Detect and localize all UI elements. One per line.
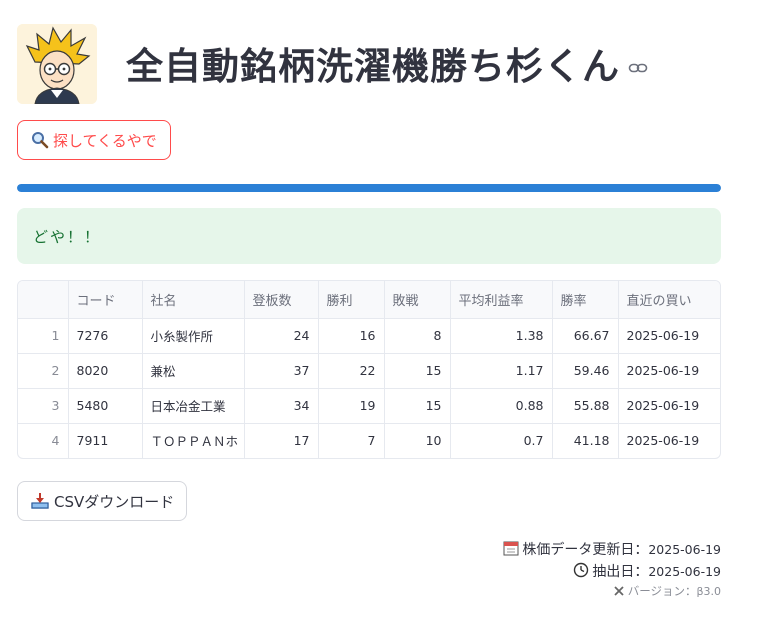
price-update-value: 2025-06-19 — [648, 542, 721, 557]
column-header-losses[interactable]: 敗戦 — [384, 281, 451, 319]
table-row: 2 8020 兼松 37 22 15 1.17 59.46 2025-06-19 — [18, 353, 720, 389]
download-tray-icon — [31, 493, 49, 509]
row-index: 3 — [18, 388, 69, 424]
cell-last-buy[interactable]: 2025-06-19 — [618, 388, 720, 424]
page-title: 全自動銘柄洗濯機勝ち杉くん — [126, 45, 620, 88]
column-header-company[interactable]: 社名 — [142, 281, 245, 319]
cell-wins[interactable]: 22 — [318, 353, 385, 389]
cell-losses[interactable]: 15 — [384, 353, 451, 389]
column-header-avg-profit[interactable]: 平均利益率 — [450, 281, 553, 319]
cell-code[interactable]: 7276 — [68, 318, 143, 354]
cell-avg-profit[interactable]: 1.38 — [450, 318, 553, 354]
cell-appearances[interactable]: 37 — [244, 353, 319, 389]
cell-wins[interactable]: 19 — [318, 388, 385, 424]
search-button[interactable]: 探してくるやで — [17, 120, 171, 160]
cell-last-buy[interactable]: 2025-06-19 — [618, 353, 720, 389]
column-header-code[interactable]: コード — [68, 281, 143, 319]
cell-win-rate[interactable]: 41.18 — [552, 423, 619, 458]
cell-company[interactable]: 小糸製作所 — [142, 318, 245, 354]
cell-company[interactable]: 日本冶金工業 — [142, 388, 245, 424]
cell-losses[interactable]: 8 — [384, 318, 451, 354]
cartoon-avatar-icon — [17, 24, 97, 104]
extract-date: 抽出日：2025-06-19 — [573, 561, 721, 581]
row-index: 1 — [18, 318, 69, 354]
version-label: バージョン： — [627, 584, 697, 598]
cell-code[interactable]: 8020 — [68, 353, 143, 389]
cell-company[interactable]: ＴＯＰＰＡＮホ — [142, 423, 245, 458]
cell-losses[interactable]: 10 — [384, 423, 451, 458]
extract-label: 抽出日： — [592, 564, 649, 580]
row-index: 4 — [18, 423, 69, 458]
cell-appearances[interactable]: 34 — [244, 388, 319, 424]
column-header-wins[interactable]: 勝利 — [318, 281, 385, 319]
cell-wins[interactable]: 7 — [318, 423, 385, 458]
table-row: 1 7276 小糸製作所 24 16 8 1.38 66.67 2025-06-… — [18, 318, 720, 354]
cell-company[interactable]: 兼松 — [142, 353, 245, 389]
cell-losses[interactable]: 15 — [384, 388, 451, 424]
table-row: 3 5480 日本冶金工業 34 19 15 0.88 55.88 2025-0… — [18, 388, 720, 424]
column-header-index — [18, 281, 69, 319]
row-index: 2 — [18, 353, 69, 389]
price-update-label: 株価データ更新日： — [522, 542, 649, 558]
cell-win-rate[interactable]: 55.88 — [552, 388, 619, 424]
cell-last-buy[interactable]: 2025-06-19 — [618, 318, 720, 354]
progress-bar-fill — [17, 184, 721, 192]
version-info: バージョン：β3.0 — [613, 583, 721, 599]
cell-appearances[interactable]: 24 — [244, 318, 319, 354]
clock-icon — [574, 562, 589, 578]
column-header-appearances[interactable]: 登板数 — [244, 281, 319, 319]
calendar-icon — [503, 541, 519, 556]
cell-avg-profit[interactable]: 0.88 — [450, 388, 553, 424]
search-button-label: 探してくるやで — [53, 131, 157, 150]
cell-code[interactable]: 5480 — [68, 388, 143, 424]
avatar — [17, 24, 97, 104]
tools-icon — [614, 586, 624, 596]
column-header-win-rate[interactable]: 勝率 — [552, 281, 619, 319]
cell-code[interactable]: 7911 — [68, 423, 143, 458]
column-header-last-buy[interactable]: 直近の買い — [618, 281, 720, 319]
csv-download-button[interactable]: CSVダウンロード — [17, 481, 188, 521]
progress-bar — [17, 184, 721, 192]
cell-win-rate[interactable]: 66.67 — [552, 318, 619, 354]
success-alert: どや！！ — [17, 208, 721, 264]
link-icon[interactable] — [628, 61, 648, 75]
magnifier-icon — [32, 132, 49, 149]
cell-avg-profit[interactable]: 1.17 — [450, 353, 553, 389]
alert-text: どや！！ — [33, 228, 102, 246]
page-header: 全自動銘柄洗濯機勝ち杉くん — [126, 36, 648, 90]
price-update-date: 株価データ更新日：2025-06-19 — [503, 539, 721, 559]
table-header-row: コード 社名 登板数 勝利 敗戦 平均利益率 勝率 直近の買い — [18, 281, 720, 319]
cell-wins[interactable]: 16 — [318, 318, 385, 354]
cell-avg-profit[interactable]: 0.7 — [450, 423, 553, 458]
version-value: β3.0 — [696, 585, 721, 598]
csv-download-label: CSVダウンロード — [54, 492, 175, 511]
cell-appearances[interactable]: 17 — [244, 423, 319, 458]
cell-last-buy[interactable]: 2025-06-19 — [618, 423, 720, 458]
table-row: 4 7911 ＴＯＰＰＡＮホ 17 7 10 0.7 41.18 2025-06… — [18, 423, 720, 458]
results-table[interactable]: コード 社名 登板数 勝利 敗戦 平均利益率 勝率 直近の買い 1 7276 小… — [17, 280, 721, 459]
extract-value: 2025-06-19 — [648, 564, 721, 579]
cell-win-rate[interactable]: 59.46 — [552, 353, 619, 389]
